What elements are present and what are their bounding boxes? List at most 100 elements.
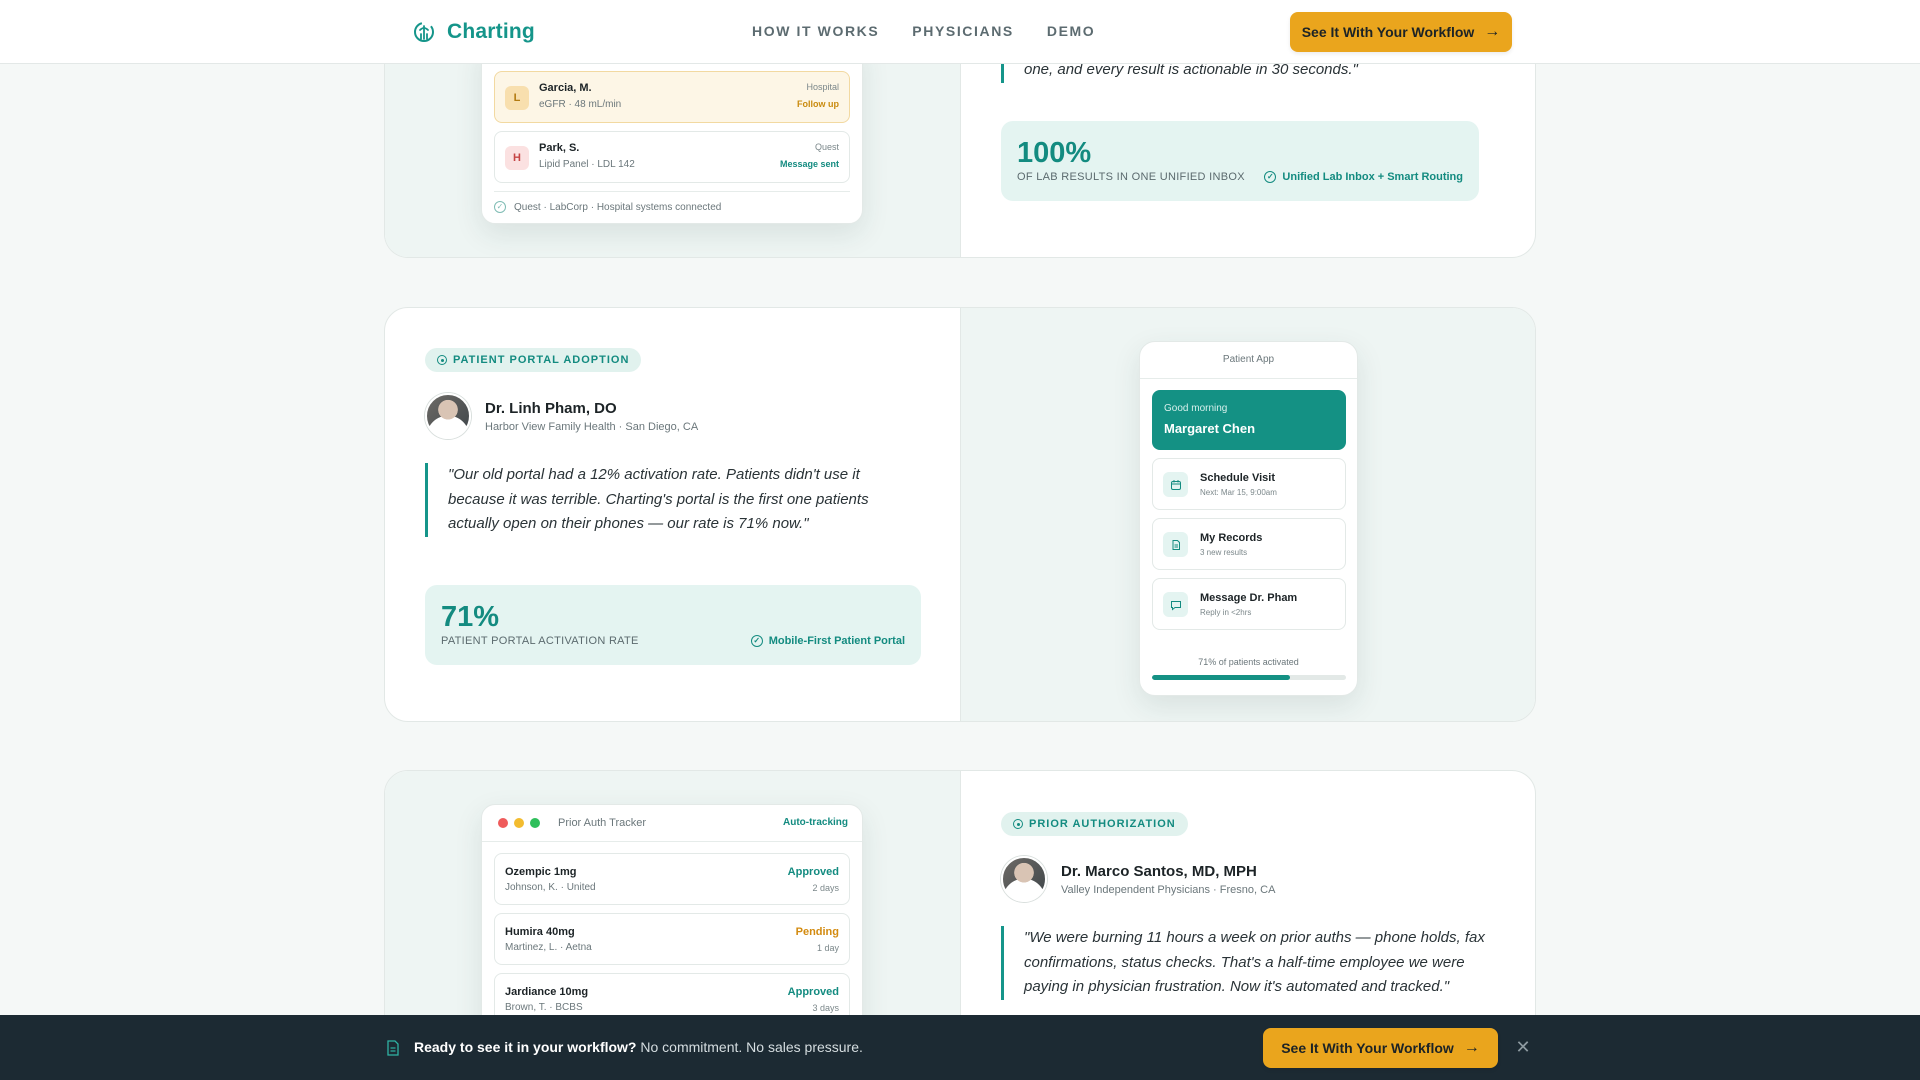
badge-icon — [437, 355, 447, 365]
lab-row[interactable]: L Garcia, M. eGFR · 48 mL/min Hospital F… — [494, 71, 850, 123]
check-icon: ✓ — [1264, 171, 1277, 183]
brand-name: Charting — [447, 20, 535, 43]
site-header: Charting HOW IT WORKS PHYSICIANS DEMO Se… — [0, 0, 1920, 64]
physician-info: Dr. Linh Pham, DO Harbor View Family Hea… — [425, 393, 698, 439]
avatar — [425, 393, 471, 439]
lab-row[interactable]: H Park, S. Lipid Panel · LDL 142 Quest M… — [494, 131, 850, 183]
action-title: Schedule Visit — [1200, 472, 1275, 484]
lab-source: Hospital — [806, 82, 839, 92]
document-icon — [387, 1040, 399, 1056]
physician-org: Harbor View Family Health · San Diego, C… — [485, 420, 699, 433]
cta-bar-subtext: No commitment. No sales pressure. — [636, 1039, 863, 1055]
lab-patient: Garcia, M. — [539, 82, 592, 94]
category-badge: PATIENT PORTAL ADOPTION — [425, 348, 642, 372]
stat-feature-label: Mobile-First Patient Portal — [768, 635, 905, 647]
auth-patient: Johnson, K. · United — [505, 882, 596, 893]
badge-label: PRIOR AUTHORIZATION — [1029, 818, 1176, 830]
badge-icon — [1013, 819, 1023, 829]
physician-org: Valley Independent Physicians · Fresno, … — [1061, 883, 1276, 896]
nav-how-it-works[interactable]: HOW IT WORKS — [752, 23, 879, 39]
header-cta-label: See It With Your Workflow — [1301, 24, 1475, 40]
lab-flag-badge: L — [505, 86, 529, 110]
testimonial-quote: "We were burning 11 hours a week on prio… — [1001, 926, 1501, 1000]
check-icon: ✓ — [750, 635, 763, 647]
auth-status: Approved — [787, 866, 839, 878]
greeting-text: Good morning — [1164, 403, 1228, 414]
close-dot-icon — [498, 818, 508, 828]
document-icon — [1163, 532, 1188, 557]
stat-value: 100% — [1017, 137, 1092, 169]
action-title: Message Dr. Pham — [1200, 592, 1298, 604]
action-subtitle: Next: Mar 15, 9:00am — [1200, 488, 1277, 497]
lab-result: Lipid Panel · LDL 142 — [539, 159, 635, 170]
nav-demo[interactable]: DEMO — [1047, 23, 1095, 39]
calendar-icon — [1163, 472, 1188, 497]
tracker-title: Prior Auth Tracker — [558, 817, 647, 829]
my-records-button[interactable]: My Records 3 new results — [1152, 518, 1346, 570]
brand-logo[interactable]: Charting — [413, 20, 535, 44]
avatar — [1001, 856, 1047, 902]
arrow-right-icon: → — [1463, 1039, 1480, 1056]
auth-patient: Brown, T. · BCBS — [505, 1002, 583, 1013]
stat-feature: ✓ Mobile-First Patient Portal — [750, 635, 905, 647]
bottom-cta-button[interactable]: See It With Your Workflow → — [1263, 1028, 1498, 1068]
auth-drug: Humira 40mg — [505, 926, 575, 938]
auth-days: 1 day — [816, 943, 839, 953]
auth-days: 2 days — [812, 883, 839, 893]
auth-days: 3 days — [812, 1003, 839, 1013]
close-icon[interactable]: ✕ — [1513, 1035, 1533, 1059]
badge-label: PATIENT PORTAL ADOPTION — [453, 354, 630, 366]
check-icon: ✓ — [494, 201, 506, 213]
arrow-right-icon: → — [1484, 23, 1501, 40]
auth-drug: Ozempic 1mg — [505, 866, 577, 878]
action-subtitle: 3 new results — [1200, 548, 1248, 557]
greeting-banner: Good morning Margaret Chen — [1152, 390, 1346, 450]
cta-bar-headline: Ready to see it in your workflow? — [414, 1039, 637, 1055]
physician-name: Dr. Marco Santos, MD, MPH — [1061, 862, 1257, 880]
lab-source: Quest — [814, 142, 839, 152]
auth-row[interactable]: Ozempic 1mg Johnson, K. · United Approve… — [494, 853, 850, 905]
auth-status: Approved — [787, 986, 839, 998]
lab-connections: ✓ Quest · LabCorp · Hospital systems con… — [494, 201, 721, 213]
lab-inbox-mock: L Garcia, M. eGFR · 48 mL/min Hospital F… — [481, 40, 863, 224]
header-cta-button[interactable]: See It With Your Workflow → — [1290, 12, 1512, 52]
stat-box: 100% OF LAB RESULTS IN ONE UNIFIED INBOX… — [1001, 121, 1479, 201]
auth-row[interactable]: Humira 40mg Martinez, L. · Aetna Pending… — [494, 913, 850, 965]
auth-drug: Jardiance 10mg — [505, 986, 589, 998]
activation-progress-fill — [1152, 675, 1290, 680]
stat-label: OF LAB RESULTS IN ONE UNIFIED INBOX — [1017, 171, 1245, 183]
auth-status: Pending — [795, 926, 839, 938]
patient-name: Margaret Chen — [1164, 421, 1256, 436]
lab-connections-text: Quest · LabCorp · Hospital systems conne… — [514, 201, 722, 213]
action-title: My Records — [1200, 532, 1263, 544]
stat-box: 71% PATIENT PORTAL ACTIVATION RATE ✓ Mob… — [425, 585, 921, 665]
activation-label: 71% of patients activated — [1198, 657, 1299, 667]
lab-flag-badge: H — [505, 146, 529, 170]
stat-feature-label: Unified Lab Inbox + Smart Routing — [1282, 171, 1463, 183]
auto-tracking-label: Auto-tracking — [783, 817, 848, 828]
testimonial-quote: "Our old portal had a 12% activation rat… — [425, 463, 885, 537]
physician-info: Dr. Marco Santos, MD, MPH Valley Indepen… — [1001, 856, 1275, 902]
nav-physicians[interactable]: PHYSICIANS — [912, 23, 1014, 39]
patient-app-mock: Patient App Good morning Margaret Chen S… — [1139, 341, 1358, 696]
schedule-visit-button[interactable]: Schedule Visit Next: Mar 15, 9:00am — [1152, 458, 1346, 510]
physician-name: Dr. Linh Pham, DO — [485, 399, 617, 417]
app-title: Patient App — [1222, 354, 1275, 365]
cta-bar-message: Ready to see it in your workflow? No com… — [414, 1039, 863, 1055]
message-icon — [1163, 592, 1188, 617]
maximize-dot-icon — [530, 818, 540, 828]
lab-status: Message sent — [779, 159, 839, 169]
patient-portal-card: PATIENT PORTAL ADOPTION Dr. Linh Pham, D… — [384, 307, 1536, 722]
category-badge: PRIOR AUTHORIZATION — [1001, 812, 1188, 836]
stat-label: PATIENT PORTAL ACTIVATION RATE — [441, 635, 639, 647]
auth-patient: Martinez, L. · Aetna — [505, 942, 592, 953]
window-controls — [498, 818, 540, 828]
lab-result: eGFR · 48 mL/min — [539, 99, 622, 110]
message-doctor-button[interactable]: Message Dr. Pham Reply in <2hrs — [1152, 578, 1346, 630]
minimize-dot-icon — [514, 818, 524, 828]
activation-progress — [1152, 675, 1346, 680]
lab-status: Follow up — [797, 99, 839, 109]
logo-icon — [414, 22, 434, 42]
bottom-cta-label: See It With Your Workflow — [1281, 1040, 1454, 1056]
lab-patient: Park, S. — [539, 142, 580, 154]
